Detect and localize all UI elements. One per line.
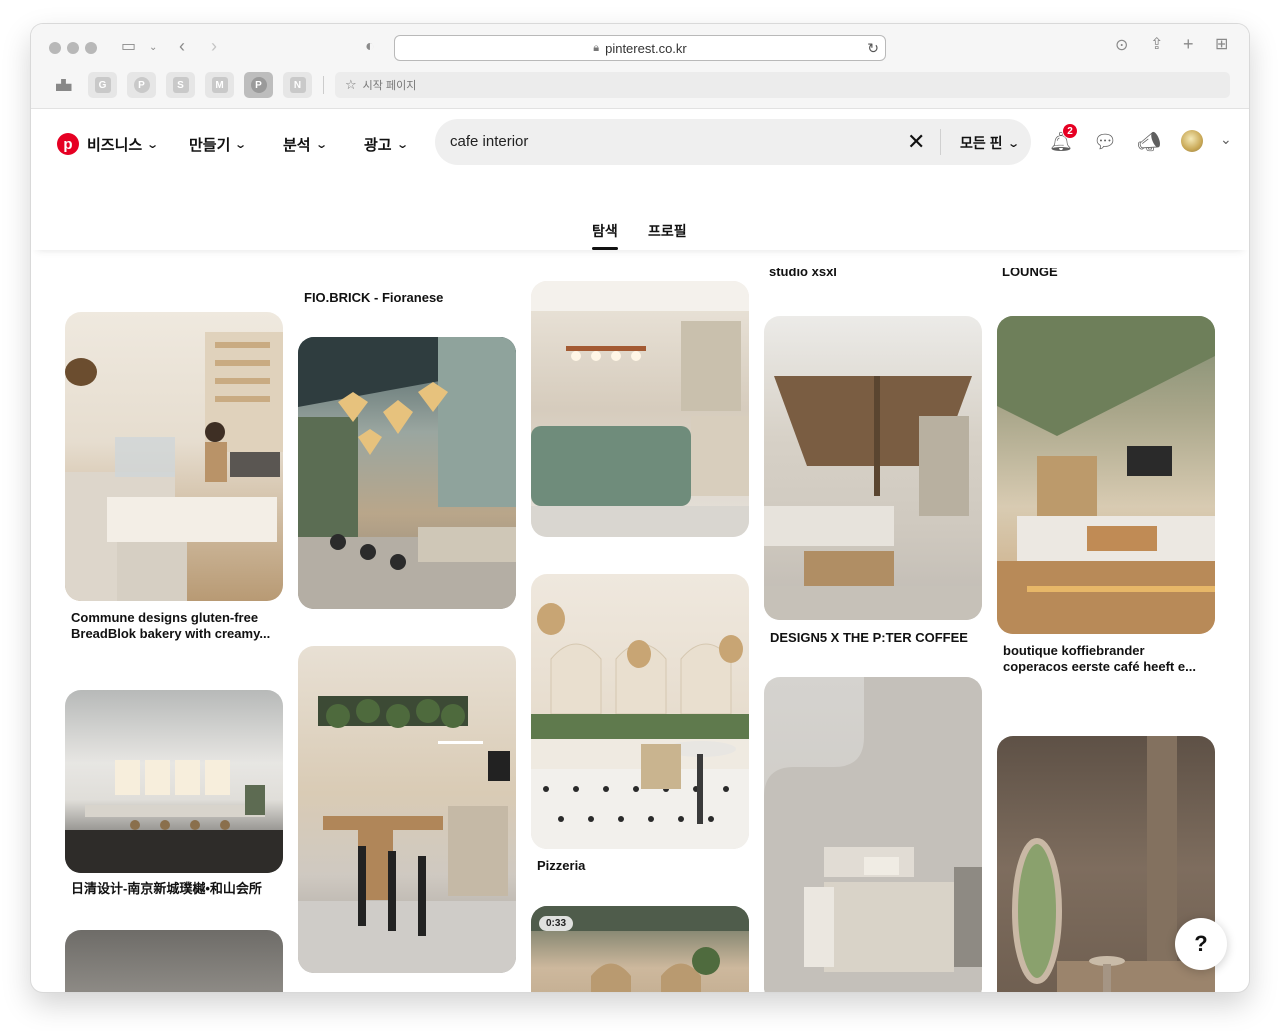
pin-illustration — [531, 281, 749, 537]
chevron-down-icon: ⌄ — [395, 138, 409, 151]
pin-illustration — [764, 376, 982, 620]
pin-illustration — [764, 677, 982, 992]
clear-search-icon[interactable]: ✕ — [907, 129, 925, 155]
favorite-home-icon[interactable] — [49, 72, 78, 98]
start-page-field[interactable]: ☆ 시작 페이지 — [335, 72, 1230, 98]
search-input[interactable]: cafe interior — [450, 133, 528, 150]
favorite-item[interactable]: G — [88, 72, 117, 98]
pin-caption[interactable]: 日清设计-南京新城璞樾•和山会所 — [71, 881, 283, 897]
pin-illustration — [65, 760, 283, 873]
tab-overview-icon[interactable]: ⊞ — [1215, 37, 1228, 53]
nav-ads[interactable]: 광고 ⌄ — [364, 133, 409, 155]
url-text: pinterest.co.kr — [605, 40, 687, 56]
pin-illustration — [531, 603, 749, 849]
favorites-bar: G P S M P N — [49, 72, 312, 98]
nav-create-label: 만들기 — [189, 136, 231, 154]
pin-illustration — [65, 332, 283, 601]
pin-grid: FIO.BRICK - Fioranese studio xsxl LOUNGE… — [31, 250, 1249, 992]
profile-tabs: 탐색 프로필 — [31, 221, 1249, 250]
tab-profile[interactable]: 프로필 — [648, 221, 687, 241]
minimize-window-button[interactable] — [67, 42, 79, 54]
nav-business[interactable]: 비즈니스 ⌄ — [87, 133, 160, 155]
video-duration-badge: 0:33 — [539, 916, 574, 931]
star-icon: ☆ — [345, 77, 357, 92]
forward-icon[interactable]: › — [211, 37, 217, 55]
zoom-window-button[interactable] — [85, 42, 97, 54]
filter-label: 모든 핀 — [960, 135, 1003, 151]
megaphone-icon[interactable]: 📣︎ — [1137, 130, 1161, 154]
privacy-shield-icon[interactable]: ◐ — [365, 39, 375, 55]
sidebar-icon[interactable]: ▭ — [121, 39, 136, 55]
pin-caption[interactable]: FIO.BRICK - Fioranese — [304, 290, 443, 306]
help-button[interactable]: ? — [1175, 918, 1227, 970]
search-divider — [940, 129, 941, 155]
pin-image[interactable] — [531, 281, 749, 537]
download-icon[interactable]: ⊙ — [1115, 38, 1128, 54]
favorite-item[interactable]: S — [166, 72, 195, 98]
nav-business-label: 비즈니스 — [87, 136, 143, 154]
new-tab-icon[interactable]: + — [1183, 35, 1194, 53]
share-icon[interactable]: ⇪ — [1150, 37, 1163, 53]
reload-icon[interactable]: ↻ — [867, 40, 879, 57]
tab-explore[interactable]: 탐색 — [592, 221, 618, 250]
chevron-down-icon[interactable]: ⌄ — [149, 40, 157, 56]
pinterest-logo-icon[interactable]: p — [57, 133, 79, 155]
lock-icon: 🔒︎ — [593, 41, 600, 54]
nav-analytics[interactable]: 분석 ⌄ — [283, 133, 328, 155]
chevron-down-icon: ⌄ — [1006, 137, 1020, 150]
pin-caption[interactable]: studio xsxl — [769, 268, 837, 278]
nav-analytics-label: 분석 — [283, 136, 311, 154]
pin-image[interactable] — [764, 316, 982, 620]
chevron-down-icon: ⌄ — [234, 138, 248, 151]
pin-image[interactable] — [65, 930, 283, 992]
toolbar-divider — [323, 76, 324, 94]
pin-image[interactable] — [531, 574, 749, 849]
chevron-down-icon: ⌄ — [314, 138, 328, 151]
avatar[interactable] — [1181, 130, 1203, 152]
browser-toolbar: ▭ ⌄ ‹ › ◐ 🔒︎ pinterest.co.kr ↻ ⊙ ⇪ + ⊞ G… — [31, 24, 1249, 109]
nav-create[interactable]: 만들기 ⌄ — [189, 133, 248, 155]
close-window-button[interactable] — [49, 42, 61, 54]
search-bar[interactable]: cafe interior ✕ 모든 핀 ⌄ — [435, 119, 1031, 165]
pinterest-header: p 비즈니스 ⌄ 만들기 ⌄ 분석 ⌄ 광고 ⌄ cafe interior ✕… — [31, 109, 1249, 250]
search-filter-dropdown[interactable]: 모든 핀 ⌄ — [960, 133, 1020, 153]
pin-image[interactable] — [298, 337, 516, 609]
favorite-item[interactable]: P — [244, 72, 273, 98]
nav-ads-label: 광고 — [364, 136, 392, 154]
favorite-item[interactable]: N — [283, 72, 312, 98]
notification-badge: 2 — [1062, 123, 1078, 139]
pin-image[interactable] — [298, 646, 516, 973]
pin-caption[interactable]: DESIGN5 X THE P:TER COFFEE — [770, 630, 968, 646]
back-icon[interactable]: ‹ — [179, 37, 185, 55]
favorite-item[interactable]: P — [127, 72, 156, 98]
pin-illustration — [298, 337, 516, 609]
account-chevron-icon[interactable]: ⌄ — [1220, 131, 1232, 148]
messages-icon[interactable]: 💬︎ — [1093, 130, 1117, 154]
pin-caption[interactable]: boutique koffiebrander coperacos eerste … — [1003, 643, 1213, 675]
pin-illustration — [298, 696, 516, 973]
pin-image[interactable] — [997, 316, 1215, 634]
pin-image[interactable] — [764, 677, 982, 992]
pin-caption[interactable]: Pizzeria — [537, 858, 585, 874]
pin-caption[interactable]: Commune designs gluten-free BreadBlok ba… — [71, 610, 283, 642]
chevron-down-icon: ⌄ — [146, 138, 160, 151]
pin-caption[interactable]: LOUNGE — [1002, 268, 1058, 278]
pin-illustration — [997, 316, 1215, 634]
pin-image[interactable] — [65, 312, 283, 601]
favorite-item[interactable]: M — [205, 72, 234, 98]
window-controls — [49, 42, 97, 54]
browser-window: ▭ ⌄ ‹ › ◐ 🔒︎ pinterest.co.kr ↻ ⊙ ⇪ + ⊞ G… — [31, 24, 1249, 992]
start-page-label: 시작 페이지 — [362, 80, 417, 92]
pin-image[interactable] — [65, 690, 283, 873]
address-bar[interactable]: 🔒︎ pinterest.co.kr ↻ — [394, 35, 886, 61]
pin-video[interactable]: 0:33 — [531, 906, 749, 992]
